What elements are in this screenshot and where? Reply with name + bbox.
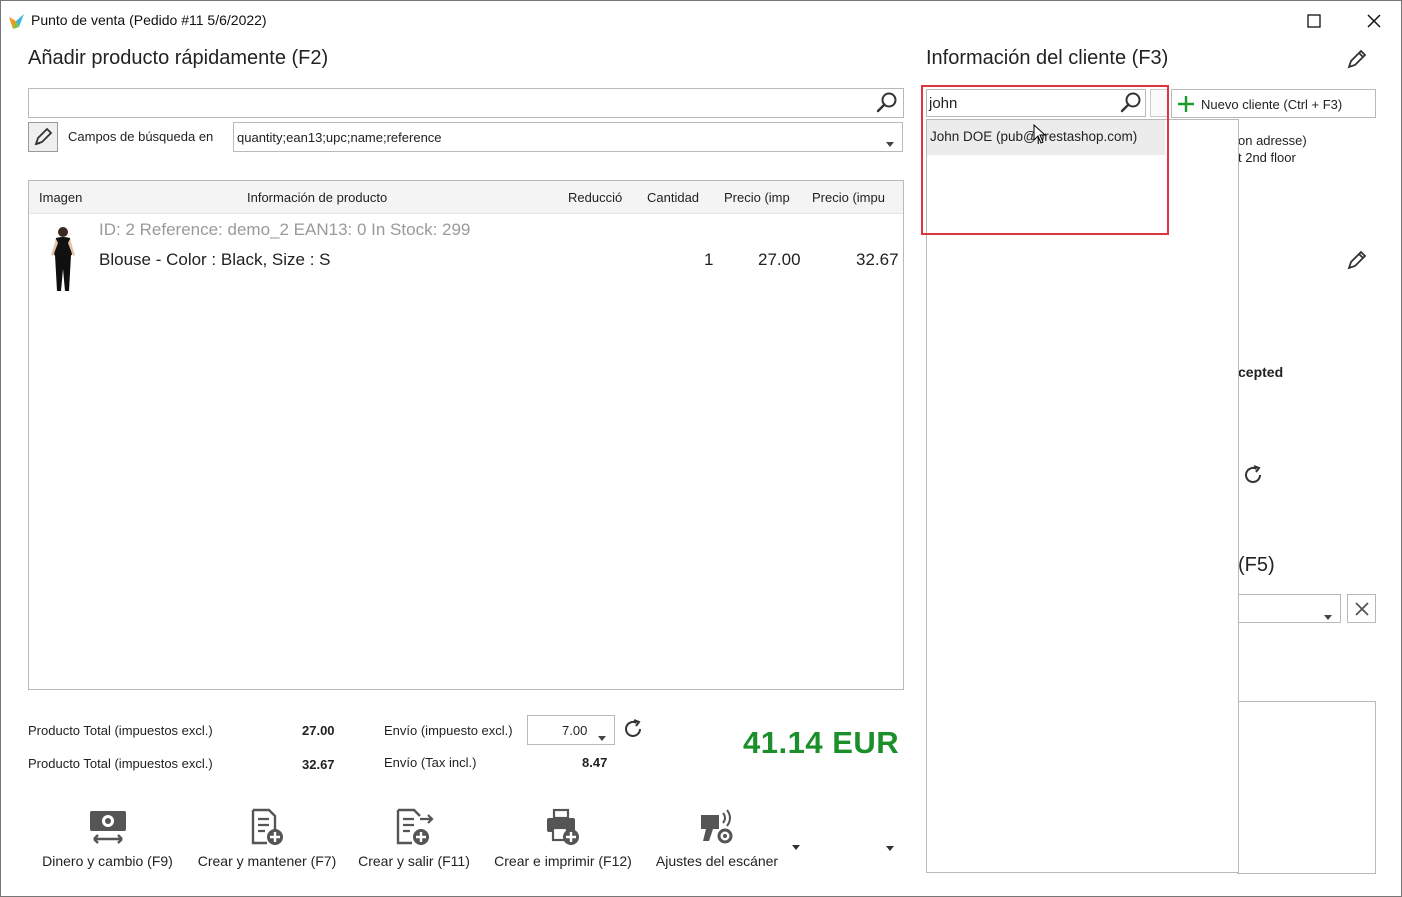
highlight-box — [921, 85, 1169, 235]
shipping-excl-label: Envío (impuesto excl.) — [384, 723, 513, 738]
pencil-icon — [34, 127, 53, 146]
partial-notes-box[interactable] — [1237, 701, 1376, 874]
refresh-shipping-icon[interactable] — [621, 717, 645, 746]
chevron-down-icon — [886, 134, 894, 152]
column-header-price-excl[interactable]: Precio (imp — [724, 190, 796, 205]
product-meta: ID: 2 Reference: demo_2 EAN13: 0 In Stoc… — [99, 220, 471, 239]
grid-header: Imagen Información de producto Reducció … — [29, 181, 903, 214]
column-header-info[interactable]: Información de producto — [247, 190, 387, 205]
search-icon[interactable] — [875, 91, 899, 120]
edit-search-fields-button[interactable] — [28, 122, 58, 152]
product-total-incl-value: 32.67 — [302, 757, 335, 772]
create-print-button[interactable]: Crear e imprimir (F12) — [487, 807, 639, 869]
close-icon — [1355, 602, 1369, 616]
scanner-settings-button[interactable]: Ajustes del escáner — [651, 807, 783, 869]
close-button[interactable] — [1359, 7, 1389, 35]
product-total-excl-label: Producto Total (impuestos excl.) — [28, 723, 213, 738]
partial-address-line-2: t 2nd floor — [1238, 150, 1296, 165]
partial-accepted-text: cepted — [1238, 364, 1284, 380]
shipping-incl-label: Envío (Tax incl.) — [384, 755, 477, 770]
product-thumbnail — [45, 225, 81, 298]
window-title: Punto de venta (Pedido #11 5/6/2022) — [31, 12, 267, 28]
maximize-button[interactable] — [1299, 7, 1329, 35]
column-header-price-incl[interactable]: Precio (impu — [812, 190, 894, 205]
product-search-input[interactable] — [28, 88, 904, 118]
new-customer-button[interactable]: Nuevo cliente (Ctrl + F3) — [1171, 89, 1376, 118]
app-logo-icon — [7, 11, 27, 31]
partial-address-line-1: on adresse) — [1238, 133, 1307, 148]
refresh-icon[interactable] — [1241, 463, 1265, 492]
toolbar-overflow-icon[interactable] — [886, 838, 894, 856]
scanner-gear-icon — [701, 809, 733, 844]
product-total-excl-value: 27.00 — [302, 723, 335, 738]
create-keep-button[interactable]: Crear y mantener (F7) — [193, 807, 341, 869]
edit-address-icon[interactable] — [1345, 248, 1369, 277]
shipping-excl-select[interactable]: 7.00 — [527, 715, 615, 745]
column-header-quantity[interactable]: Cantidad — [647, 190, 699, 205]
document-exit-icon — [396, 808, 434, 845]
search-fields-label: Campos de búsqueda en — [68, 129, 214, 144]
column-header-image[interactable]: Imagen — [39, 190, 82, 205]
customer-section-title: Información del cliente (F3) — [926, 47, 1169, 69]
chevron-down-icon — [598, 728, 606, 746]
edit-customer-icon[interactable] — [1345, 47, 1369, 76]
product-name: Blouse - Color : Black, Size : S — [99, 250, 331, 269]
money-icon — [89, 811, 126, 844]
search-fields-select[interactable]: quantity;ean13;upc;name;reference — [233, 122, 903, 152]
column-header-discount[interactable]: Reducció — [568, 190, 630, 205]
document-add-icon — [251, 808, 283, 845]
product-section-title: Añadir producto rápidamente (F2) — [28, 47, 329, 69]
product-total-incl-label: Producto Total (impuestos excl.) — [28, 756, 213, 771]
product-quantity[interactable]: 1 — [704, 250, 713, 270]
chevron-down-icon — [1324, 607, 1332, 625]
plus-icon — [1178, 96, 1194, 112]
partial-f5-heading: (F5) — [1238, 554, 1275, 576]
pos-window: Punto de venta (Pedido #11 5/6/2022) Aña… — [0, 0, 1402, 897]
clear-button[interactable] — [1347, 594, 1376, 623]
printer-add-icon — [547, 808, 579, 845]
partial-select[interactable] — [1237, 594, 1341, 623]
toolbar-more-icon[interactable] — [792, 837, 800, 855]
product-price-excl[interactable]: 27.00 — [758, 250, 801, 270]
product-price-incl[interactable]: 32.67 — [856, 250, 899, 270]
create-exit-button[interactable]: Crear y salir (F11) — [353, 807, 475, 869]
shipping-incl-value: 8.47 — [582, 755, 608, 770]
grand-total: 41.14 EUR — [743, 725, 900, 760]
cash-change-button[interactable]: Dinero y cambio (F9) — [35, 807, 180, 869]
